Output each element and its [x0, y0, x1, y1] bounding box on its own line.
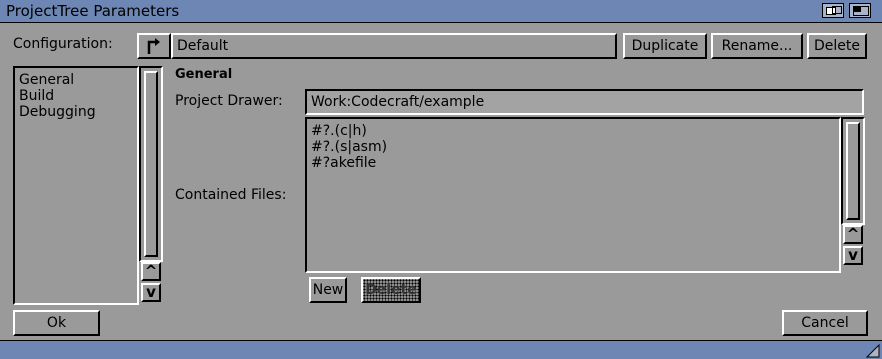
new-file-button[interactable]: New — [309, 277, 347, 303]
configuration-cycle-button[interactable] — [137, 33, 171, 59]
sections-scroll-knob[interactable] — [144, 71, 158, 257]
rename-button[interactable]: Rename... — [711, 33, 803, 59]
configuration-label: Configuration: — [13, 36, 113, 52]
duplicate-button[interactable]: Duplicate — [623, 33, 707, 59]
list-item[interactable]: #?.(s|asm) — [311, 139, 835, 155]
cycle-icon — [147, 38, 160, 54]
configuration-value[interactable]: Default — [171, 33, 617, 59]
arrow-up-icon[interactable]: ^ — [843, 225, 863, 244]
list-item[interactable]: #?akefile — [311, 155, 835, 171]
title-bar[interactable]: ProjectTree Parameters — [0, 0, 882, 23]
list-item[interactable]: General — [19, 72, 133, 88]
cancel-button[interactable]: Cancel — [782, 310, 868, 336]
depth-gadget-icon[interactable] — [822, 3, 844, 18]
arrow-down-icon[interactable]: v — [141, 283, 161, 302]
zoom-gadget-icon[interactable] — [849, 3, 871, 18]
delete-file-button[interactable]: Delete — [361, 277, 421, 303]
project-drawer-label: Project Drawer: — [175, 93, 283, 109]
files-scroll-knob[interactable] — [846, 122, 860, 220]
window-title: ProjectTree Parameters — [6, 2, 180, 20]
arrow-down-icon[interactable]: v — [843, 246, 863, 265]
list-item[interactable]: Debugging — [19, 104, 133, 120]
ok-button[interactable]: Ok — [13, 310, 100, 336]
project-tree-parameters-window: ProjectTree Parameters Configuration: De… — [0, 0, 882, 359]
list-item[interactable]: #?.(c|h) — [311, 123, 835, 139]
window-bottom-border — [0, 340, 882, 359]
files-scrollbar[interactable] — [841, 117, 865, 225]
contained-files-label: Contained Files: — [175, 187, 287, 203]
section-heading: General — [175, 67, 233, 82]
list-item[interactable]: Build — [19, 88, 133, 104]
arrow-up-icon[interactable]: ^ — [141, 262, 161, 281]
contained-files-list[interactable]: #?.(c|h) #?.(s|asm) #?akefile — [305, 117, 841, 273]
sections-scrollbar[interactable] — [139, 66, 163, 262]
project-drawer-input[interactable]: Work:Codecraft/example — [305, 89, 864, 115]
resize-icon[interactable] — [866, 344, 880, 358]
sections-list[interactable]: General Build Debugging — [13, 66, 139, 305]
delete-configuration-button[interactable]: Delete — [807, 33, 867, 59]
